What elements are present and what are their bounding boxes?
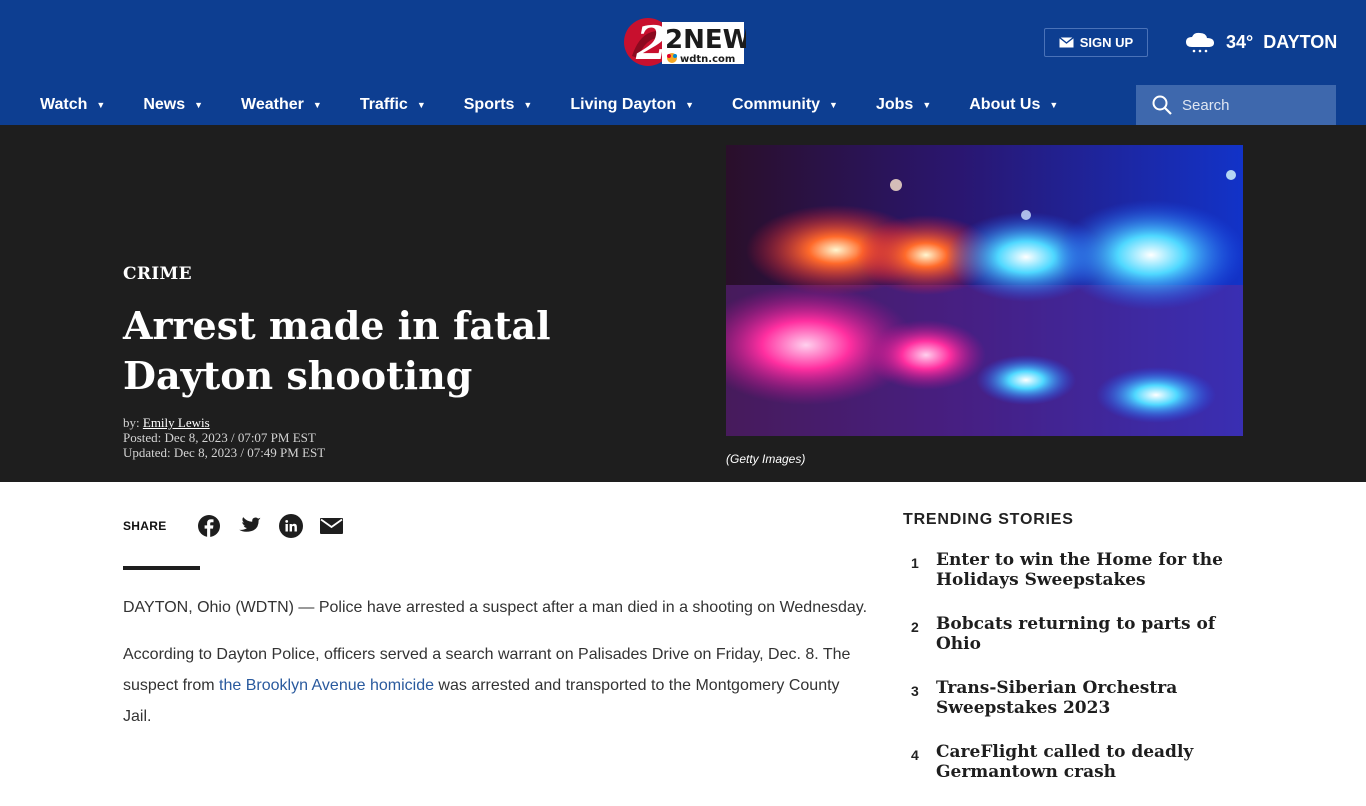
sign-up-button[interactable]: SIGN UP — [1044, 28, 1148, 57]
nav-item-jobs[interactable]: Jobs ▼ — [876, 96, 931, 114]
article-body: DAYTON, Ohio (WDTN) — Police have arrest… — [123, 592, 868, 748]
logo-text: 2NEWS — [665, 25, 746, 55]
trending-rank: 2 — [911, 619, 919, 635]
trending-rank: 3 — [911, 683, 919, 699]
chevron-down-icon: ▼ — [829, 100, 838, 110]
trending-rank: 4 — [911, 747, 919, 763]
site-header: 2 2NEWS wdtn.com SIGN UP 34° DAYTON — [0, 0, 1366, 85]
nav-label: News — [143, 96, 186, 113]
trending-stories-title: TRENDING STORIES — [903, 511, 1074, 528]
brooklyn-homicide-link[interactable]: the Brooklyn Avenue homicide — [219, 677, 434, 694]
article-paragraph: According to Dayton Police, officers ser… — [123, 639, 868, 732]
updated-date: Updated: Dec 8, 2023 / 07:49 PM EST — [123, 445, 326, 460]
article-paragraph: DAYTON, Ohio (WDTN) — Police have arrest… — [123, 599, 868, 616]
weather-city: DAYTON — [1263, 31, 1338, 52]
trending-headline[interactable]: Trans-Siberian Orchestra Sweepstakes 202… — [936, 678, 1246, 718]
logo-graphic: 2 2NEWS wdtn.com — [624, 16, 770, 70]
nav-label: Traffic — [359, 96, 408, 113]
posted-date: Posted: Dec 8, 2023 / 07:07 PM EST — [123, 430, 316, 445]
image-caption: (Getty Images) — [726, 452, 806, 466]
nav-label: Watch — [40, 96, 88, 113]
author-link[interactable]: Emily Lewis — [143, 415, 210, 430]
nav-label: Jobs — [875, 96, 914, 113]
hero-image — [726, 145, 1243, 436]
trending-rank: 1 — [911, 555, 919, 571]
chevron-down-icon: ▼ — [416, 100, 426, 110]
chevron-down-icon: ▼ — [922, 100, 932, 110]
article-category[interactable]: CRIME — [123, 264, 192, 284]
weather-temperature: 34° — [1226, 31, 1254, 52]
facebook-icon[interactable] — [197, 514, 221, 538]
nav-item-about-us[interactable]: About Us ▼ — [969, 96, 1058, 114]
nav-item-community[interactable]: Community ▼ — [732, 96, 838, 114]
trending-item[interactable]: 2 Bobcats returning to parts of Ohio — [903, 614, 1248, 654]
twitter-icon[interactable] — [238, 514, 262, 538]
trending-item[interactable]: 4 CareFlight called to deadly Germantown… — [903, 742, 1248, 782]
divider — [123, 566, 200, 570]
chevron-down-icon: ▼ — [523, 100, 533, 110]
nav-label: Community — [732, 96, 821, 113]
article-hero: CRIME Arrest made in fatal Dayton shooti… — [0, 125, 1366, 482]
nav-label: Sports — [463, 96, 515, 113]
search-icon[interactable] — [1152, 95, 1172, 115]
weather-widget[interactable]: 34° DAYTON — [1184, 22, 1337, 62]
nav-item-living-dayton[interactable]: Living Dayton ▼ — [570, 96, 694, 114]
trending-headline[interactable]: CareFlight called to deadly Germantown c… — [936, 742, 1246, 782]
nav-item-watch[interactable]: Watch ▼ — [40, 96, 105, 114]
email-icon[interactable] — [320, 514, 344, 538]
share-bar: SHARE — [123, 514, 361, 538]
chevron-down-icon: ▼ — [685, 100, 695, 110]
nav-item-sports[interactable]: Sports ▼ — [464, 96, 533, 114]
main-navigation: Watch ▼ News ▼ Weather ▼ Traffic ▼ Sports ▼ L… — [0, 85, 1366, 125]
share-label: SHARE — [123, 519, 167, 533]
byline-prefix: by: — [123, 415, 143, 430]
nav-item-weather[interactable]: Weather ▼ — [241, 96, 322, 114]
logo-subtext: wdtn.com — [680, 54, 735, 65]
chevron-down-icon: ▼ — [194, 100, 204, 110]
trending-item[interactable]: 3 Trans-Siberian Orchestra Sweepstakes 2… — [903, 678, 1248, 718]
sign-up-label: SIGN UP — [1079, 35, 1134, 50]
envelope-icon — [1058, 37, 1074, 48]
nav-label: Living Dayton — [570, 96, 677, 113]
search-input[interactable] — [1180, 95, 1334, 115]
linkedin-icon[interactable] — [278, 514, 303, 538]
article-meta: by: Emily Lewis Posted: Dec 8, 2023 / 07… — [123, 415, 325, 460]
trending-headline[interactable]: Enter to win the Home for the Holidays S… — [936, 550, 1246, 590]
trending-item[interactable]: 1 Enter to win the Home for the Holidays… — [903, 550, 1248, 590]
chevron-down-icon: ▼ — [1049, 100, 1059, 110]
nav-label: About Us — [969, 96, 1041, 113]
trending-headline[interactable]: Bobcats returning to parts of Ohio — [936, 614, 1246, 654]
police-lights-image — [726, 145, 1243, 436]
nav-item-traffic[interactable]: Traffic ▼ — [360, 96, 426, 114]
nav-label: Weather — [241, 96, 304, 113]
chevron-down-icon: ▼ — [312, 100, 322, 110]
nav-menu: Watch ▼ News ▼ Weather ▼ Traffic ▼ Sports ▼ L… — [40, 85, 1096, 125]
site-logo[interactable]: 2 2NEWS wdtn.com — [622, 16, 770, 70]
search-box[interactable] — [1136, 85, 1336, 125]
nav-item-news[interactable]: News ▼ — [143, 96, 203, 114]
byline: by: Emily Lewis — [123, 415, 325, 430]
cloud-snow-icon — [1186, 32, 1214, 53]
article-headline: Arrest made in fatal Dayton shooting — [123, 303, 551, 398]
chevron-down-icon: ▼ — [96, 100, 106, 110]
